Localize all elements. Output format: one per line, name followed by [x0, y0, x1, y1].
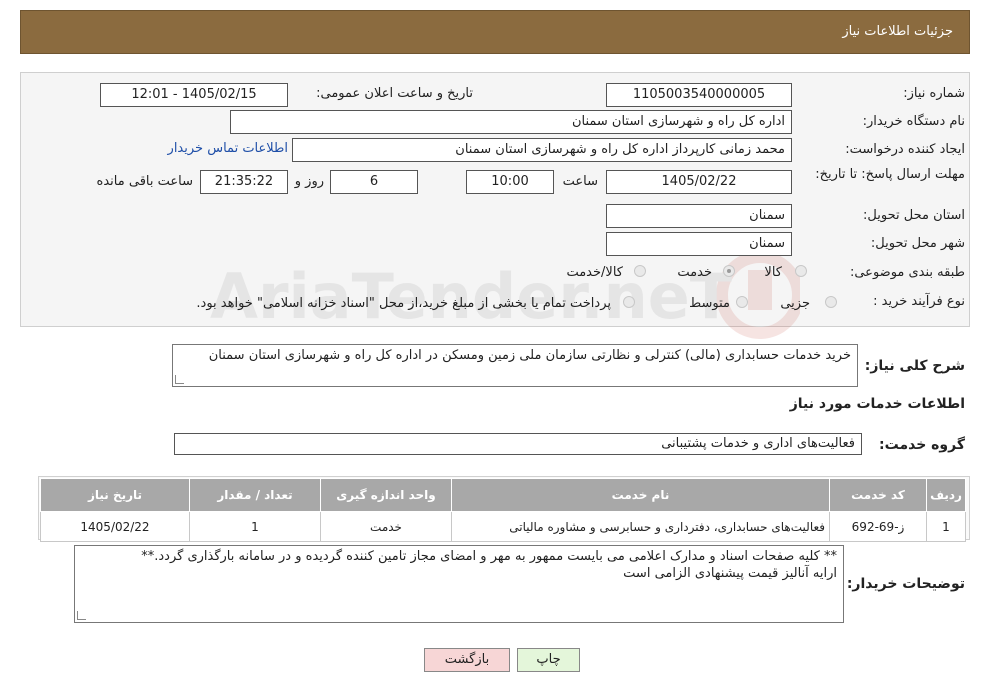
page-title: جزئیات اطلاعات نیاز	[842, 24, 953, 39]
remaining-time-field: 21:35:22	[200, 170, 288, 194]
col-unit-header: واحد اندازه گیری	[320, 478, 452, 512]
need-number-field: 1105003540000005	[606, 83, 792, 107]
services-section-title: اطلاعات خدمات مورد نیاز	[789, 396, 965, 412]
deadline-label: مهلت ارسال پاسخ: تا تاریخ:	[815, 167, 965, 182]
city-label: شهر محل تحویل:	[870, 236, 965, 251]
category-radio-goods-service[interactable]	[634, 265, 646, 277]
category-radio-goods[interactable]	[795, 265, 807, 277]
need-number-label: شماره نیاز:	[903, 86, 965, 101]
print-button[interactable]: چاپ	[517, 648, 580, 672]
col-date-header: تاریخ نیاز	[40, 478, 190, 512]
category-option-goods-service: کالا/خدمت	[566, 265, 623, 280]
summary-textarea[interactable]: خرید خدمات حسابداری (مالی) کنترلی و نظار…	[172, 344, 858, 387]
category-label: طبقه بندی موضوعی:	[849, 265, 965, 280]
cell-row: 1	[926, 511, 966, 542]
buyer-notes-label: توضیحات خریدار:	[846, 576, 965, 592]
cell-name: فعالیت‌های حسابداری، دفترداری و حسابرسی …	[451, 511, 830, 542]
back-button[interactable]: بازگشت	[424, 648, 510, 672]
resize-grip-icon[interactable]	[77, 611, 86, 620]
deadline-time-field: 10:00	[466, 170, 554, 194]
cell-qty: 1	[189, 511, 321, 542]
table-row[interactable]: 1 ز-69-692 فعالیت‌های حسابداری، دفترداری…	[40, 511, 966, 542]
contact-buyer-link[interactable]: اطلاعات تماس خریدار	[168, 141, 288, 156]
cell-code: ز-69-692	[829, 511, 927, 542]
category-radio-service[interactable]	[723, 265, 735, 277]
resize-grip-icon[interactable]	[175, 375, 184, 384]
service-group-field: فعالیت‌های اداری و خدمات پشتیبانی	[174, 433, 862, 455]
process-label: نوع فرآیند خرید :	[873, 294, 965, 309]
buyer-notes-line2: ارایه آنالیز قیمت پیشنهادی الزامی است	[623, 566, 837, 581]
col-name-header: نام خدمت	[451, 478, 830, 512]
page-header: جزئیات اطلاعات نیاز	[20, 10, 970, 54]
creator-label: ایجاد کننده درخواست:	[845, 142, 965, 157]
buyer-org-label: نام دستگاه خریدار:	[862, 114, 965, 129]
process-checkbox-treasury[interactable]	[623, 296, 635, 308]
col-qty-header: تعداد / مقدار	[189, 478, 321, 512]
col-row-header: ردیف	[926, 478, 966, 512]
hour-label: ساعت	[562, 174, 598, 189]
announce-label: تاریخ و ساعت اعلان عمومی:	[316, 86, 473, 101]
summary-label: شرح کلی نیاز:	[864, 358, 965, 374]
buyer-notes-textarea[interactable]: ** کلیه صفحات اسناد و مدارک اعلامی می با…	[74, 545, 844, 623]
services-table: ردیف کد خدمت نام خدمت واحد اندازه گیری ت…	[40, 478, 966, 542]
service-group-label: گروه خدمت:	[879, 437, 965, 453]
announce-field: 1405/02/15 - 12:01	[100, 83, 288, 107]
days-label: روز و	[294, 174, 324, 189]
process-option-medium: متوسط	[689, 296, 730, 311]
table-header-row: ردیف کد خدمت نام خدمت واحد اندازه گیری ت…	[40, 478, 966, 512]
category-option-goods: کالا	[764, 265, 782, 280]
process-note: پرداخت تمام یا بخشی از مبلغ خرید،از محل …	[196, 296, 611, 311]
process-radio-minor[interactable]	[825, 296, 837, 308]
province-field: سمنان	[606, 204, 792, 228]
summary-text: خرید خدمات حسابداری (مالی) کنترلی و نظار…	[208, 348, 851, 363]
col-code-header: کد خدمت	[829, 478, 927, 512]
creator-field: محمد زمانی کارپرداز اداره کل راه و شهرسا…	[292, 138, 792, 162]
days-field: 6	[330, 170, 418, 194]
buyer-org-field: اداره کل راه و شهرسازی استان سمنان	[230, 110, 792, 134]
category-option-service: خدمت	[677, 265, 712, 280]
city-field: سمنان	[606, 232, 792, 256]
cell-date: 1405/02/22	[40, 511, 190, 542]
remaining-label: ساعت باقی مانده	[96, 174, 193, 189]
buyer-notes-line1: ** کلیه صفحات اسناد و مدارک اعلامی می با…	[141, 549, 837, 564]
cell-unit: خدمت	[320, 511, 452, 542]
process-radio-medium[interactable]	[736, 296, 748, 308]
province-label: استان محل تحویل:	[863, 208, 965, 223]
deadline-date-field: 1405/02/22	[606, 170, 792, 194]
process-option-minor: جزیی	[780, 296, 810, 311]
